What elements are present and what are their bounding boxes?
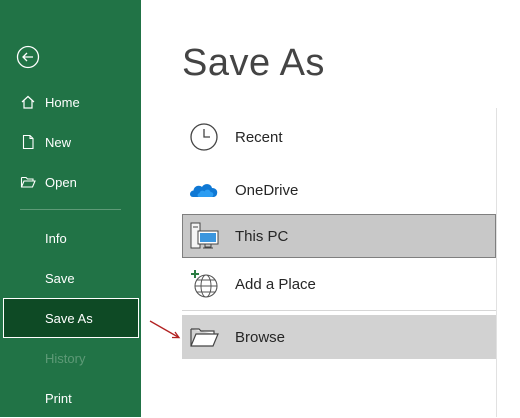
nav-open[interactable]: Open — [0, 162, 141, 202]
nav-history-label: History — [45, 350, 86, 366]
new-document-icon — [20, 134, 36, 150]
nav-new[interactable]: New — [0, 122, 141, 162]
location-browse-label: Browse — [235, 328, 286, 346]
location-onedrive-label: OneDrive — [235, 181, 299, 199]
location-recent[interactable]: Recent — [182, 115, 496, 159]
nav-history: History — [0, 338, 141, 378]
nav-print-label: Print — [45, 390, 72, 406]
browse-folder-icon — [187, 321, 221, 353]
onedrive-cloud-icon — [187, 174, 221, 206]
add-place-globe-icon — [187, 268, 221, 300]
nav-open-label: Open — [45, 174, 77, 190]
nav-home-label: Home — [45, 94, 80, 110]
home-icon — [20, 94, 36, 110]
location-this-pc[interactable]: This PC — [182, 214, 496, 258]
location-add-a-place-label: Add a Place — [235, 275, 316, 293]
this-pc-icon — [187, 220, 221, 252]
page-title: Save As — [182, 42, 325, 84]
location-onedrive[interactable]: OneDrive — [182, 168, 496, 212]
location-recent-label: Recent — [235, 128, 283, 146]
sidebar-divider — [20, 209, 121, 210]
location-browse[interactable]: Browse — [182, 315, 496, 359]
nav-new-label: New — [45, 134, 72, 150]
open-folder-icon — [20, 174, 36, 190]
annotation-arrow-icon — [149, 320, 181, 339]
back-button[interactable] — [16, 45, 40, 69]
nav-save[interactable]: Save — [0, 258, 141, 298]
nav-save-label: Save — [45, 270, 75, 286]
location-this-pc-label: This PC — [235, 227, 289, 245]
location-add-a-place[interactable]: Add a Place — [182, 262, 496, 306]
nav-print[interactable]: Print — [0, 378, 141, 418]
panel-scroll-border — [496, 108, 497, 417]
backstage-sidebar: Home New Open Info Save Save As History … — [0, 0, 141, 417]
nav-save-as-label: Save As — [45, 310, 93, 326]
locations-divider — [182, 310, 496, 311]
clock-icon — [187, 121, 221, 153]
nav-save-as[interactable]: Save As — [3, 298, 139, 338]
nav-info-label: Info — [45, 230, 67, 246]
nav-info[interactable]: Info — [0, 218, 141, 258]
nav-home[interactable]: Home — [0, 82, 141, 122]
back-arrow-icon — [16, 45, 40, 69]
